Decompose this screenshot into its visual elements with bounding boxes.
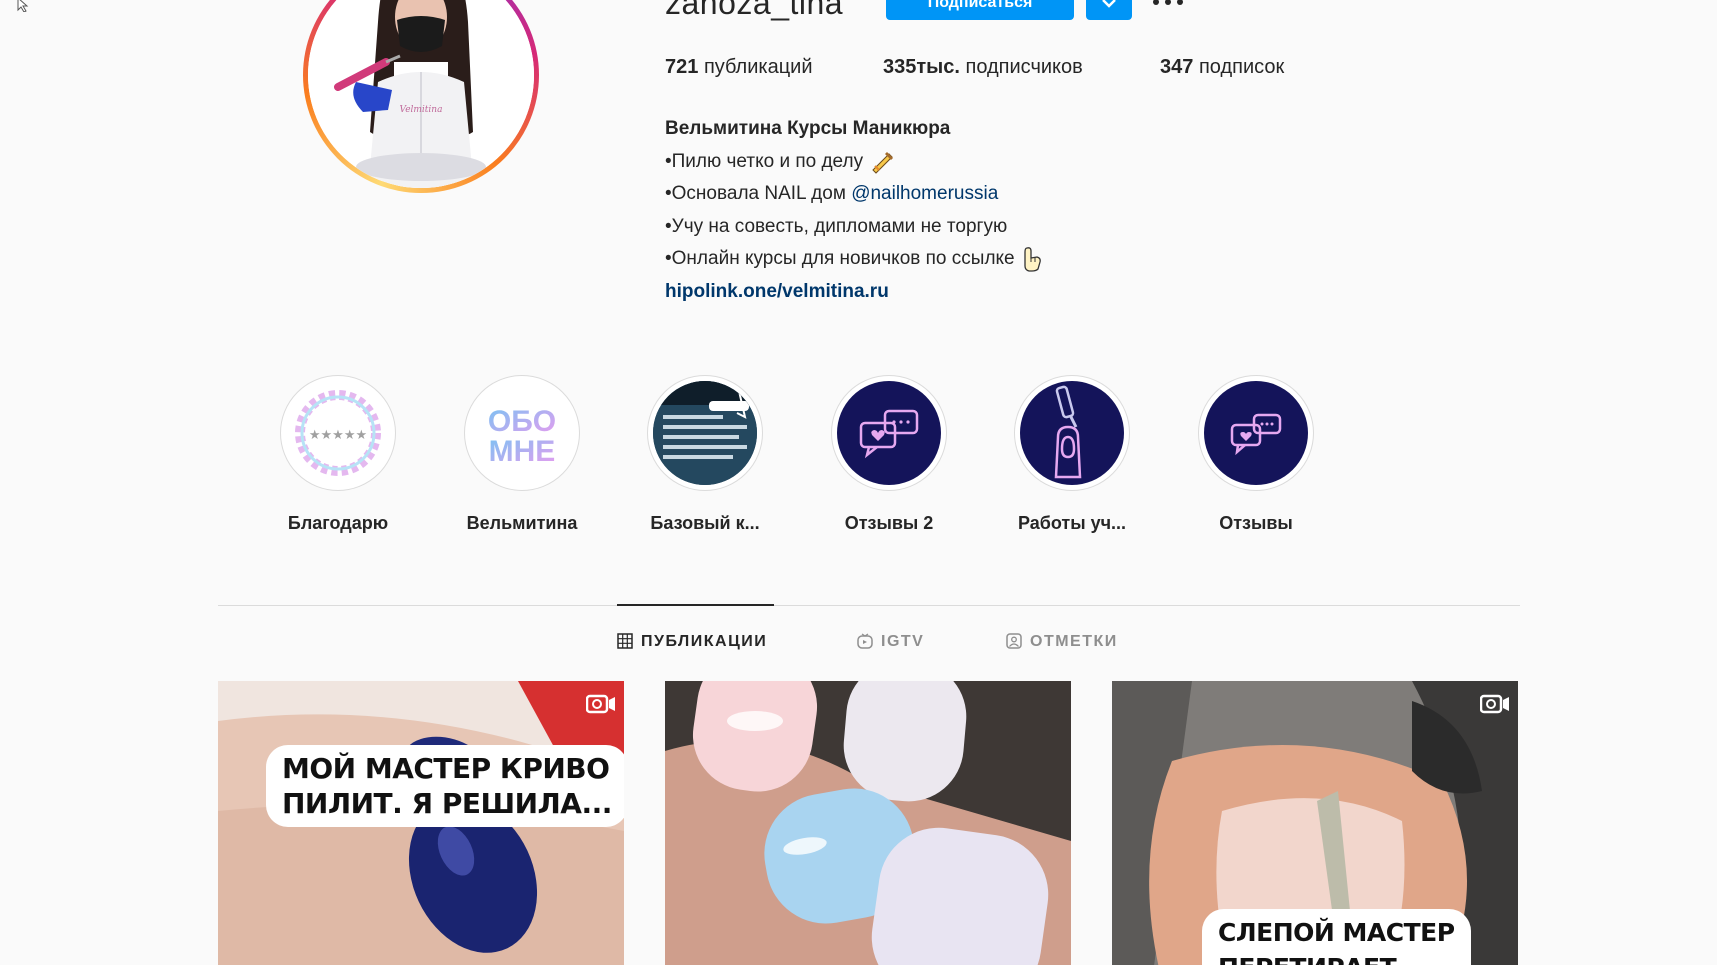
- avatar-image: Velmitina: [308, 0, 534, 188]
- tab-tagged[interactable]: ОТМЕТКИ: [1006, 633, 1118, 651]
- following-label: подписок: [1198, 56, 1285, 78]
- active-tab-indicator: [617, 604, 774, 606]
- highlight-label: Благодарю: [287, 513, 389, 533]
- about-me-icon: ОБО МНЕ: [470, 381, 574, 485]
- posts-count-stat: 721 публикаций: [665, 56, 813, 79]
- profile-bio: Вельмитина Курсы Маникюра •Пилю четко и …: [665, 113, 1043, 308]
- highlight-label: Вельмитина: [466, 513, 578, 533]
- svg-text:МНЕ: МНЕ: [489, 435, 556, 468]
- highlight-item[interactable]: ОБО МНЕ Вельмитина: [452, 375, 592, 534]
- highlight-item[interactable]: Базовый к...: [635, 375, 775, 534]
- igtv-icon: [857, 633, 873, 649]
- post-caption: МОЙ МАСТЕР КРИВО ПИЛИТ. Я РЕШИЛА...: [266, 745, 624, 827]
- posts-label: публикаций: [703, 56, 813, 78]
- chat-heart-icon: [837, 381, 941, 485]
- highlight-item[interactable]: Отзывы: [1186, 375, 1326, 534]
- post-thumbnail[interactable]: МОЙ МАСТЕР КРИВО ПИЛИТ. Я РЕШИЛА...: [218, 681, 624, 965]
- svg-text:ОБО: ОБО: [488, 405, 556, 438]
- more-options-icon[interactable]: [1150, 0, 1186, 8]
- followers-count: 335тыс.: [883, 56, 960, 78]
- bio-line-2: •Основала NAIL дом @nailhomerussia: [665, 183, 999, 204]
- highlight-label: Отзывы: [1219, 513, 1293, 533]
- followers-label: подписчиков: [965, 56, 1083, 78]
- post-image: [665, 681, 1071, 965]
- video-icon: [586, 694, 615, 714]
- grid-icon: [617, 633, 633, 649]
- bio-full-name: Вельмитина Курсы Маникюра: [665, 118, 951, 139]
- bio-line-4: •Онлайн курсы для новичков по ссылке: [665, 243, 1043, 276]
- profile-username: zanoza_tina: [665, 0, 844, 21]
- bio-external-link[interactable]: hipolink.one/velmitina.ru: [665, 276, 1043, 309]
- mouse-cursor-icon: [17, 0, 29, 12]
- nail-file-icon: [1020, 381, 1124, 485]
- posts-count: 721: [665, 56, 699, 78]
- reviews-badge-icon: ★★★★★: [286, 381, 390, 485]
- tagged-icon: [1006, 633, 1022, 649]
- highlight-item[interactable]: Работы уч...: [1002, 375, 1142, 534]
- tab-posts[interactable]: ПУБЛИКАЦИИ: [617, 633, 767, 651]
- suggested-accounts-button[interactable]: [1086, 0, 1132, 20]
- follow-button[interactable]: Подписаться: [886, 0, 1074, 20]
- screenshot-thumbnail: [653, 381, 757, 485]
- highlight-item[interactable]: ★★★★★ Благодарю: [268, 375, 408, 534]
- following-count: 347: [1160, 56, 1194, 78]
- highlight-item[interactable]: Отзывы 2: [819, 375, 959, 534]
- video-icon: [1480, 694, 1509, 714]
- bio-line-1: •Пилю четко и по делу: [665, 146, 1043, 179]
- chevron-down-icon: [1102, 0, 1116, 8]
- highlight-label: Работы уч...: [1017, 513, 1127, 533]
- highlight-label: Базовый к...: [650, 513, 760, 533]
- post-thumbnail[interactable]: [665, 681, 1071, 965]
- followers-stat[interactable]: 335тыс. подписчиков: [883, 56, 1083, 79]
- nail-polish-emoji-icon: [872, 152, 894, 175]
- chat-heart-icon: [1204, 381, 1308, 485]
- post-thumbnail[interactable]: СЛЕПОЙ МАСТЕР ПЕРЕТИРАЕТ: [1112, 681, 1518, 965]
- bio-line-3: •Учу на совесть, дипломами не торгую: [665, 215, 1008, 237]
- profile-avatar[interactable]: Velmitina: [303, 0, 539, 193]
- instagram-profile-page: Velmitina zanoza_tina Подписаться 721 пу…: [0, 0, 1717, 965]
- tabs-divider: [218, 605, 1520, 606]
- svg-text:Velmitina: Velmitina: [400, 105, 443, 115]
- following-stat[interactable]: 347 подписок: [1160, 56, 1284, 79]
- bio-mention-link[interactable]: @nailhomerussia: [851, 183, 998, 204]
- pointing-down-hand-icon: [1023, 247, 1041, 272]
- svg-text:★★★★★: ★★★★★: [309, 427, 367, 442]
- post-caption: СЛЕПОЙ МАСТЕР ПЕРЕТИРАЕТ: [1202, 909, 1471, 965]
- highlight-label: Отзывы 2: [844, 513, 934, 533]
- tab-igtv[interactable]: IGTV: [857, 633, 924, 651]
